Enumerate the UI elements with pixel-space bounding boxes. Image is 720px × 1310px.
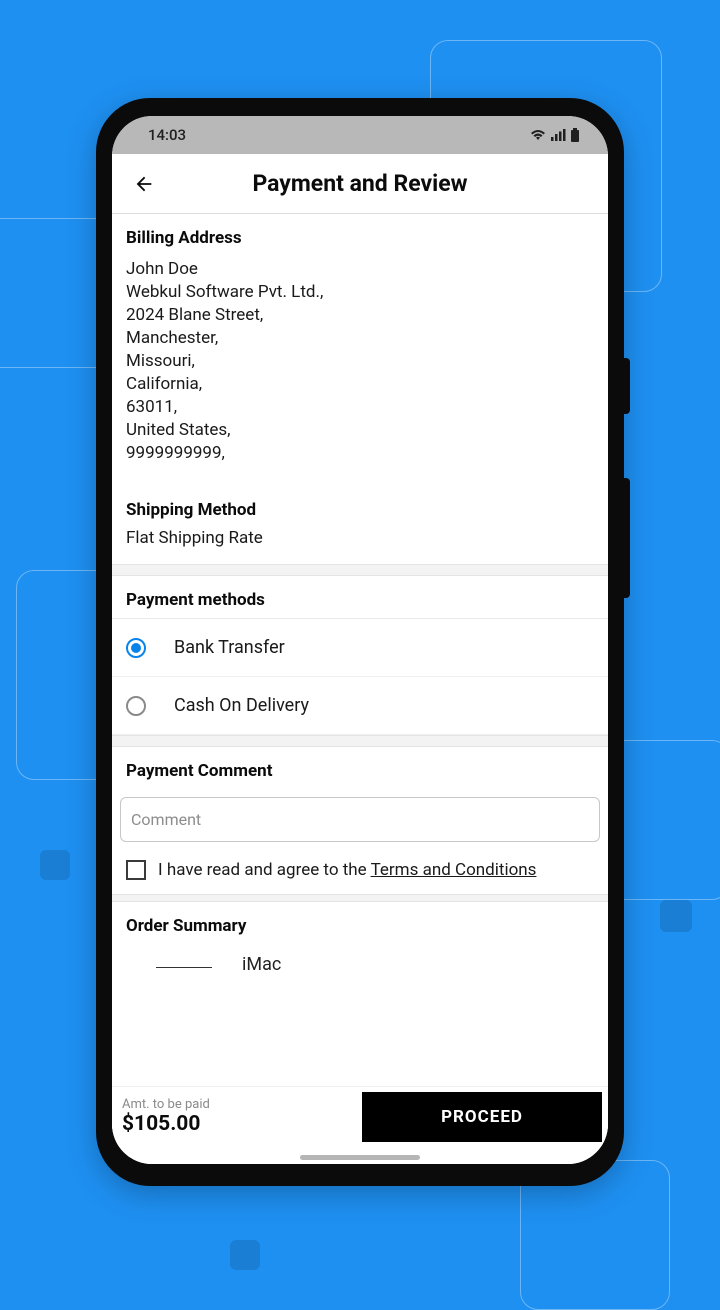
- app-bar: Payment and Review: [112, 154, 608, 214]
- terms-text: I have read and agree to the Terms and C…: [158, 860, 536, 880]
- proceed-button[interactable]: PROCEED: [362, 1092, 602, 1142]
- order-item-name: iMac: [242, 954, 281, 975]
- shipping-heading: Shipping Method: [112, 482, 608, 528]
- terms-row[interactable]: I have read and agree to the Terms and C…: [112, 854, 608, 894]
- payment-option-label: Bank Transfer: [174, 637, 285, 658]
- payment-comment-heading: Payment Comment: [112, 747, 608, 789]
- section-divider: [112, 564, 608, 576]
- shipping-method-value: Flat Shipping Rate: [112, 528, 608, 564]
- billing-heading: Billing Address: [112, 214, 608, 256]
- comment-input[interactable]: [120, 797, 600, 842]
- section-divider: [112, 735, 608, 747]
- nav-handle[interactable]: [300, 1155, 420, 1160]
- amount-value: $105.00: [122, 1112, 362, 1136]
- order-summary-heading: Order Summary: [112, 902, 608, 944]
- content-scroll[interactable]: Billing Address John Doe Webkul Software…: [112, 214, 608, 1164]
- battery-icon: [570, 128, 580, 142]
- radio-checked-icon: [126, 638, 146, 658]
- status-time: 14:03: [148, 126, 186, 144]
- payment-methods-heading: Payment methods: [112, 576, 608, 618]
- checkout-footer: Amt. to be paid $105.00 PROCEED: [112, 1086, 608, 1146]
- phone-frame: 14:03 Payment and Review Billi: [96, 98, 624, 1186]
- radio-unchecked-icon: [126, 696, 146, 716]
- section-divider: [112, 894, 608, 902]
- payment-option-label: Cash On Delivery: [174, 695, 309, 716]
- billing-address: John Doe Webkul Software Pvt. Ltd., 2024…: [112, 256, 608, 482]
- payment-option-cod[interactable]: Cash On Delivery: [112, 677, 608, 735]
- payment-option-bank-transfer[interactable]: Bank Transfer: [112, 619, 608, 677]
- wifi-icon: [530, 129, 546, 141]
- terms-link[interactable]: Terms and Conditions: [371, 860, 537, 880]
- page-title: Payment and Review: [124, 170, 596, 197]
- product-thumb-placeholder: [156, 962, 212, 968]
- order-item-row: iMac: [112, 944, 608, 975]
- app-screen: 14:03 Payment and Review Billi: [112, 116, 608, 1164]
- amount-label: Amt. to be paid: [122, 1097, 362, 1112]
- signal-icon: [550, 129, 566, 141]
- terms-checkbox[interactable]: [126, 860, 146, 880]
- status-bar: 14:03: [112, 116, 608, 154]
